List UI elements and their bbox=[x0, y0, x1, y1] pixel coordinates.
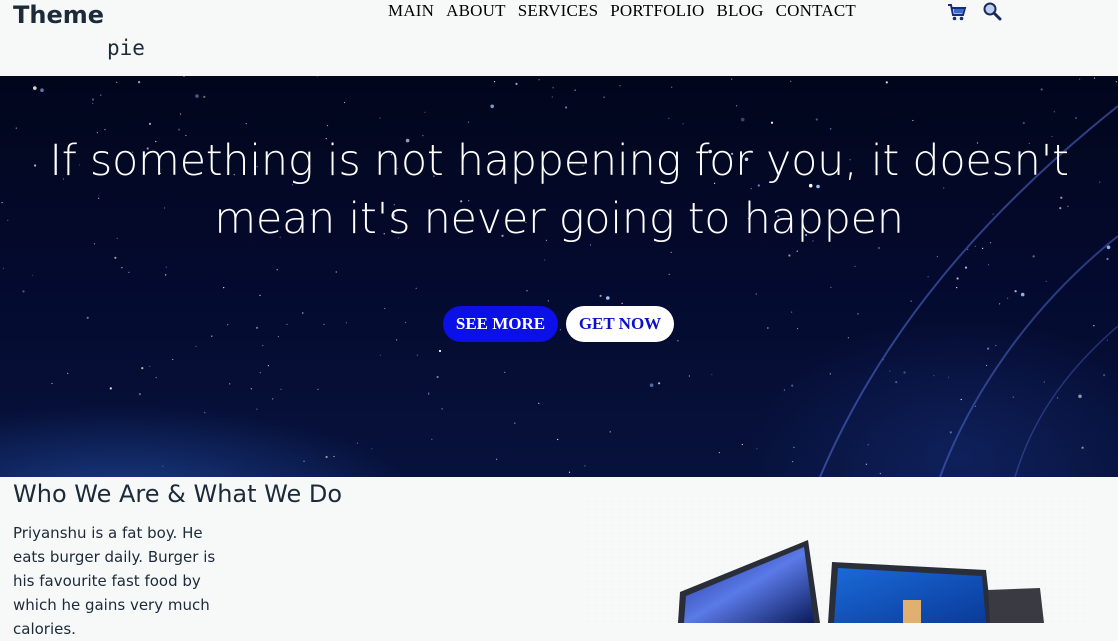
get-now-button[interactable]: GET NOW bbox=[566, 306, 674, 342]
nav-item-blog[interactable]: BLOG bbox=[717, 1, 764, 21]
main-nav: MAIN ABOUT SERVICES PORTFOLIO BLOG CONTA… bbox=[388, 1, 868, 21]
cart-icon[interactable] bbox=[947, 2, 967, 22]
hero-headline: If something is not happening for you, i… bbox=[40, 132, 1078, 248]
search-icon[interactable] bbox=[982, 1, 1002, 21]
hero-headline-line2: mean it's never going to happen bbox=[214, 194, 904, 244]
nav-item-portfolio[interactable]: PORTFOLIO bbox=[610, 1, 704, 21]
logo-subtitle[interactable]: pie bbox=[107, 36, 145, 60]
hero-headline-line1: If something is not happening for you, i… bbox=[49, 136, 1069, 186]
nav-item-about[interactable]: ABOUT bbox=[446, 1, 506, 21]
logo-title[interactable]: Theme bbox=[13, 1, 104, 29]
see-more-button[interactable]: SEE MORE bbox=[443, 306, 558, 342]
nav-item-services[interactable]: SERVICES bbox=[518, 1, 599, 21]
site-header: Theme pie MAIN ABOUT SERVICES PORTFOLIO … bbox=[0, 0, 1118, 76]
about-description: Priyanshu is a fat boy. He eats burger d… bbox=[13, 524, 216, 638]
nav-item-main[interactable]: MAIN bbox=[388, 1, 434, 21]
devices-image bbox=[588, 500, 1088, 623]
about-section-title: Who We Are & What We Do bbox=[13, 480, 343, 508]
nav-item-contact[interactable]: CONTACT bbox=[776, 1, 856, 21]
hero-section: If something is not happening for you, i… bbox=[0, 76, 1118, 477]
